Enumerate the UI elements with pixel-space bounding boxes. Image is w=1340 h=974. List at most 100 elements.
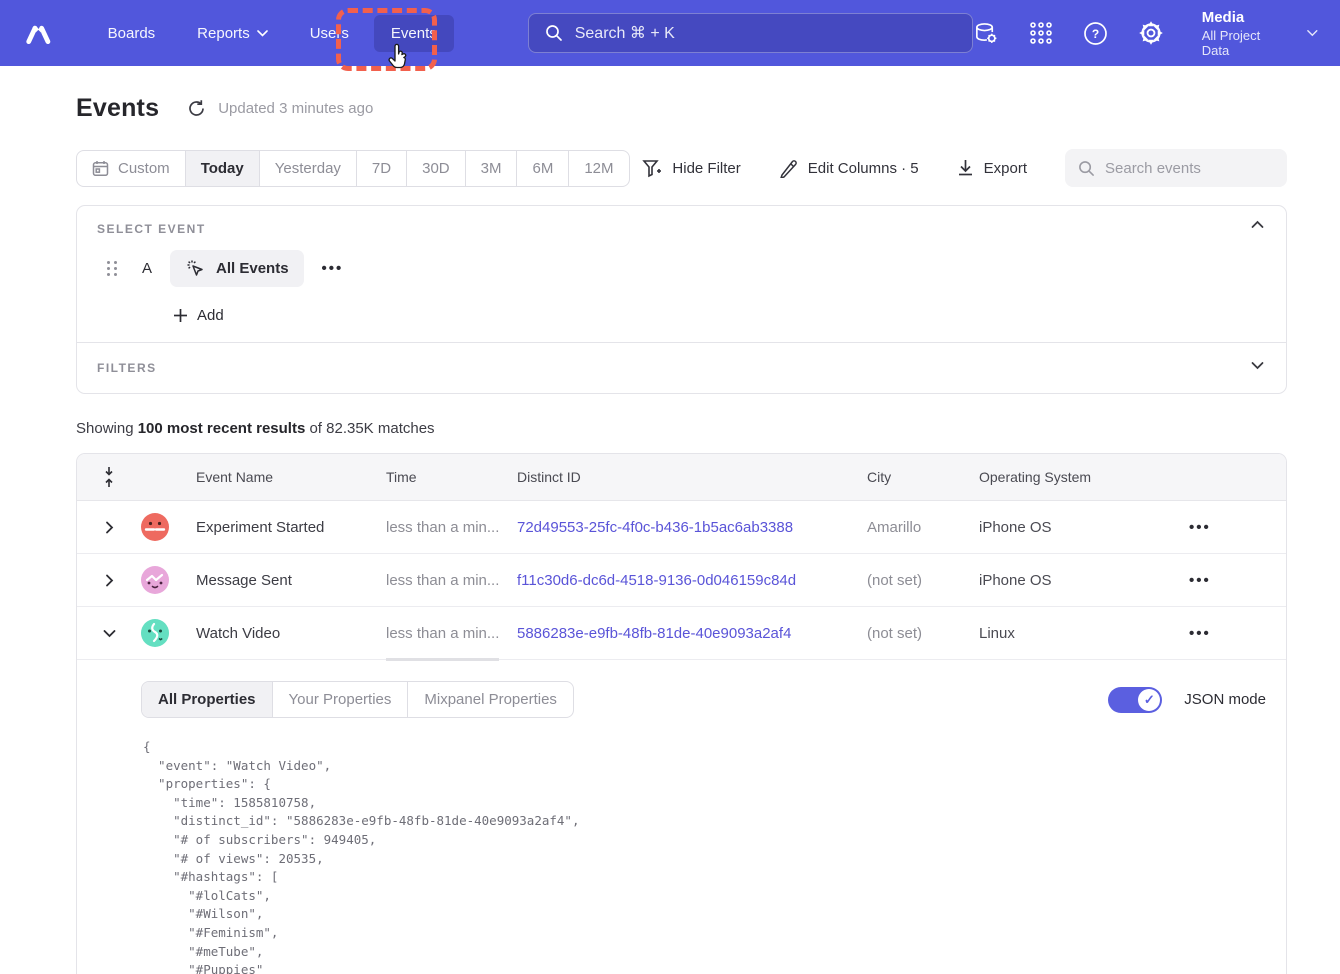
date-range-label: Yesterday bbox=[275, 160, 341, 177]
top-navbar: Boards Reports Users Events Search ⌘ + K bbox=[0, 0, 1340, 66]
date-range-today[interactable]: Today bbox=[186, 151, 260, 186]
properties-tabs: All Properties Your Properties Mixpanel … bbox=[141, 681, 574, 718]
chevron-down-icon bbox=[257, 30, 268, 37]
toggle-check-icon: ✓ bbox=[1138, 689, 1160, 711]
row-more-options-icon[interactable]: ••• bbox=[1189, 572, 1211, 589]
event-avatar-icon bbox=[141, 566, 169, 594]
add-event-button[interactable]: Add bbox=[173, 307, 224, 324]
city-cell: Amarillo bbox=[867, 519, 979, 536]
events-page: Events Updated 3 minutes ago Custom Toda… bbox=[0, 94, 1340, 974]
os-cell: iPhone OS bbox=[979, 519, 1181, 536]
row-more-options-icon[interactable]: ••• bbox=[1189, 625, 1211, 642]
apps-grid-icon[interactable] bbox=[1029, 20, 1053, 46]
add-event-label: Add bbox=[197, 307, 224, 324]
global-search-input[interactable]: Search ⌘ + K bbox=[528, 13, 973, 53]
event-selector-chip[interactable]: All Events bbox=[170, 250, 304, 287]
edit-columns-label: Edit Columns · 5 bbox=[808, 160, 919, 177]
table-toolbar: Hide Filter Edit Columns · 5 Export Sear… bbox=[642, 149, 1287, 187]
download-icon bbox=[957, 159, 974, 177]
search-events-input[interactable]: Search events bbox=[1065, 149, 1287, 187]
json-mode-control: ✓ JSON mode bbox=[1108, 687, 1266, 713]
export-button[interactable]: Export bbox=[957, 159, 1027, 177]
selected-event-name: All Events bbox=[216, 260, 289, 277]
help-icon[interactable]: ? bbox=[1083, 20, 1108, 46]
event-row-letter: A bbox=[142, 260, 152, 277]
os-cell: Linux bbox=[979, 625, 1181, 642]
date-range-7d[interactable]: 7D bbox=[357, 151, 407, 186]
collapse-section-icon[interactable] bbox=[1251, 220, 1264, 229]
column-header-os[interactable]: Operating System bbox=[979, 469, 1181, 485]
nav-item-boards[interactable]: Boards bbox=[91, 15, 173, 52]
date-range-12m[interactable]: 12M bbox=[569, 151, 628, 186]
column-header-time[interactable]: Time bbox=[386, 469, 517, 485]
event-name-cell: Watch Video bbox=[196, 625, 386, 642]
city-cell: (not set) bbox=[867, 625, 979, 642]
nav-item-label: Events bbox=[391, 25, 437, 42]
horizontal-scrollbar[interactable] bbox=[386, 658, 499, 661]
distinct-id-link[interactable]: 72d49553-25fc-4f0c-b436-1b5ac6ab3388 bbox=[517, 519, 793, 536]
city-cell: (not set) bbox=[867, 572, 979, 589]
event-name-cell: Experiment Started bbox=[196, 519, 386, 536]
table-header-row: Event Name Time Distinct ID City Operati… bbox=[77, 454, 1286, 501]
select-event-section: SELECT EVENT A All Events ••• Add bbox=[77, 206, 1286, 342]
date-range-label: Today bbox=[201, 160, 244, 177]
event-detail-panel: All Properties Your Properties Mixpanel … bbox=[77, 660, 1286, 974]
tab-your-properties[interactable]: Your Properties bbox=[273, 682, 409, 717]
time-cell: less than a min... bbox=[386, 625, 517, 642]
table-row-expanded[interactable]: Watch Video less than a min... 5886283e-… bbox=[77, 607, 1286, 660]
column-header-distinct-id[interactable]: Distinct ID bbox=[517, 469, 867, 485]
event-more-options-icon[interactable]: ••• bbox=[322, 260, 344, 277]
collapse-row-icon[interactable] bbox=[103, 629, 116, 638]
date-range-6m[interactable]: 6M bbox=[517, 151, 569, 186]
edit-columns-button[interactable]: Edit Columns · 5 bbox=[779, 159, 919, 178]
distinct-id-link[interactable]: 5886283e-e9fb-48fb-81de-40e9093a2af4 bbox=[517, 625, 791, 642]
tab-all-properties[interactable]: All Properties bbox=[142, 682, 273, 717]
event-name-cell: Message Sent bbox=[196, 572, 386, 589]
query-builder-card: SELECT EVENT A All Events ••• Add bbox=[76, 205, 1287, 394]
drag-handle-icon[interactable] bbox=[107, 261, 118, 276]
search-placeholder: Search ⌘ + K bbox=[575, 23, 675, 43]
tab-mixpanel-properties[interactable]: Mixpanel Properties bbox=[408, 682, 573, 717]
refresh-icon[interactable] bbox=[187, 99, 206, 118]
expand-row-icon[interactable] bbox=[105, 574, 114, 587]
date-range-custom[interactable]: Custom bbox=[77, 151, 186, 186]
pencil-icon bbox=[779, 159, 798, 178]
settings-gear-icon[interactable] bbox=[1138, 20, 1164, 46]
distinct-id-link[interactable]: f11c30d6-dc6d-4518-9136-0d046159c84d bbox=[517, 572, 796, 589]
results-prefix: Showing bbox=[76, 420, 138, 437]
date-range-yesterday[interactable]: Yesterday bbox=[260, 151, 357, 186]
hide-filter-label: Hide Filter bbox=[672, 160, 740, 177]
project-scope: All Project Data bbox=[1202, 28, 1282, 58]
nav-item-reports[interactable]: Reports bbox=[180, 15, 285, 52]
column-header-event-name[interactable]: Event Name bbox=[196, 469, 386, 485]
controls-row: Custom Today Yesterday 7D 30D 3M 6M 12M … bbox=[76, 149, 1287, 187]
project-selector[interactable]: Media All Project Data bbox=[1202, 8, 1318, 58]
json-mode-toggle[interactable]: ✓ bbox=[1108, 687, 1162, 713]
date-range-label: 3M bbox=[481, 160, 502, 177]
date-range-30d[interactable]: 30D bbox=[407, 151, 466, 186]
results-suffix: of 82.35K matches bbox=[305, 420, 434, 437]
nav-item-label: Boards bbox=[108, 25, 156, 42]
navbar-right: ? Media All Project Data bbox=[973, 8, 1318, 58]
table-row[interactable]: Experiment Started less than a min... 72… bbox=[77, 501, 1286, 554]
row-more-options-icon[interactable]: ••• bbox=[1189, 519, 1211, 536]
os-cell: iPhone OS bbox=[979, 572, 1181, 589]
collapse-all-icon[interactable] bbox=[103, 466, 115, 488]
expand-row-icon[interactable] bbox=[105, 521, 114, 534]
filter-funnel-icon bbox=[642, 159, 662, 178]
detail-panel-toolbar: All Properties Your Properties Mixpanel … bbox=[141, 681, 1266, 718]
page-header: Events Updated 3 minutes ago bbox=[76, 94, 1287, 123]
nav-item-users[interactable]: Users bbox=[293, 15, 366, 52]
table-row[interactable]: Message Sent less than a min... f11c30d6… bbox=[77, 554, 1286, 607]
data-management-icon[interactable] bbox=[973, 20, 999, 46]
hide-filter-button[interactable]: Hide Filter bbox=[642, 159, 740, 178]
search-icon bbox=[545, 24, 563, 42]
date-range-label: 7D bbox=[372, 160, 391, 177]
column-header-city[interactable]: City bbox=[867, 469, 979, 485]
results-count: 100 most recent results bbox=[138, 420, 306, 437]
mixpanel-logo-icon[interactable] bbox=[22, 16, 55, 50]
date-range-3m[interactable]: 3M bbox=[466, 151, 518, 186]
calendar-icon bbox=[92, 160, 109, 177]
expand-filters-icon[interactable] bbox=[1251, 361, 1264, 370]
page-title: Events bbox=[76, 94, 159, 123]
